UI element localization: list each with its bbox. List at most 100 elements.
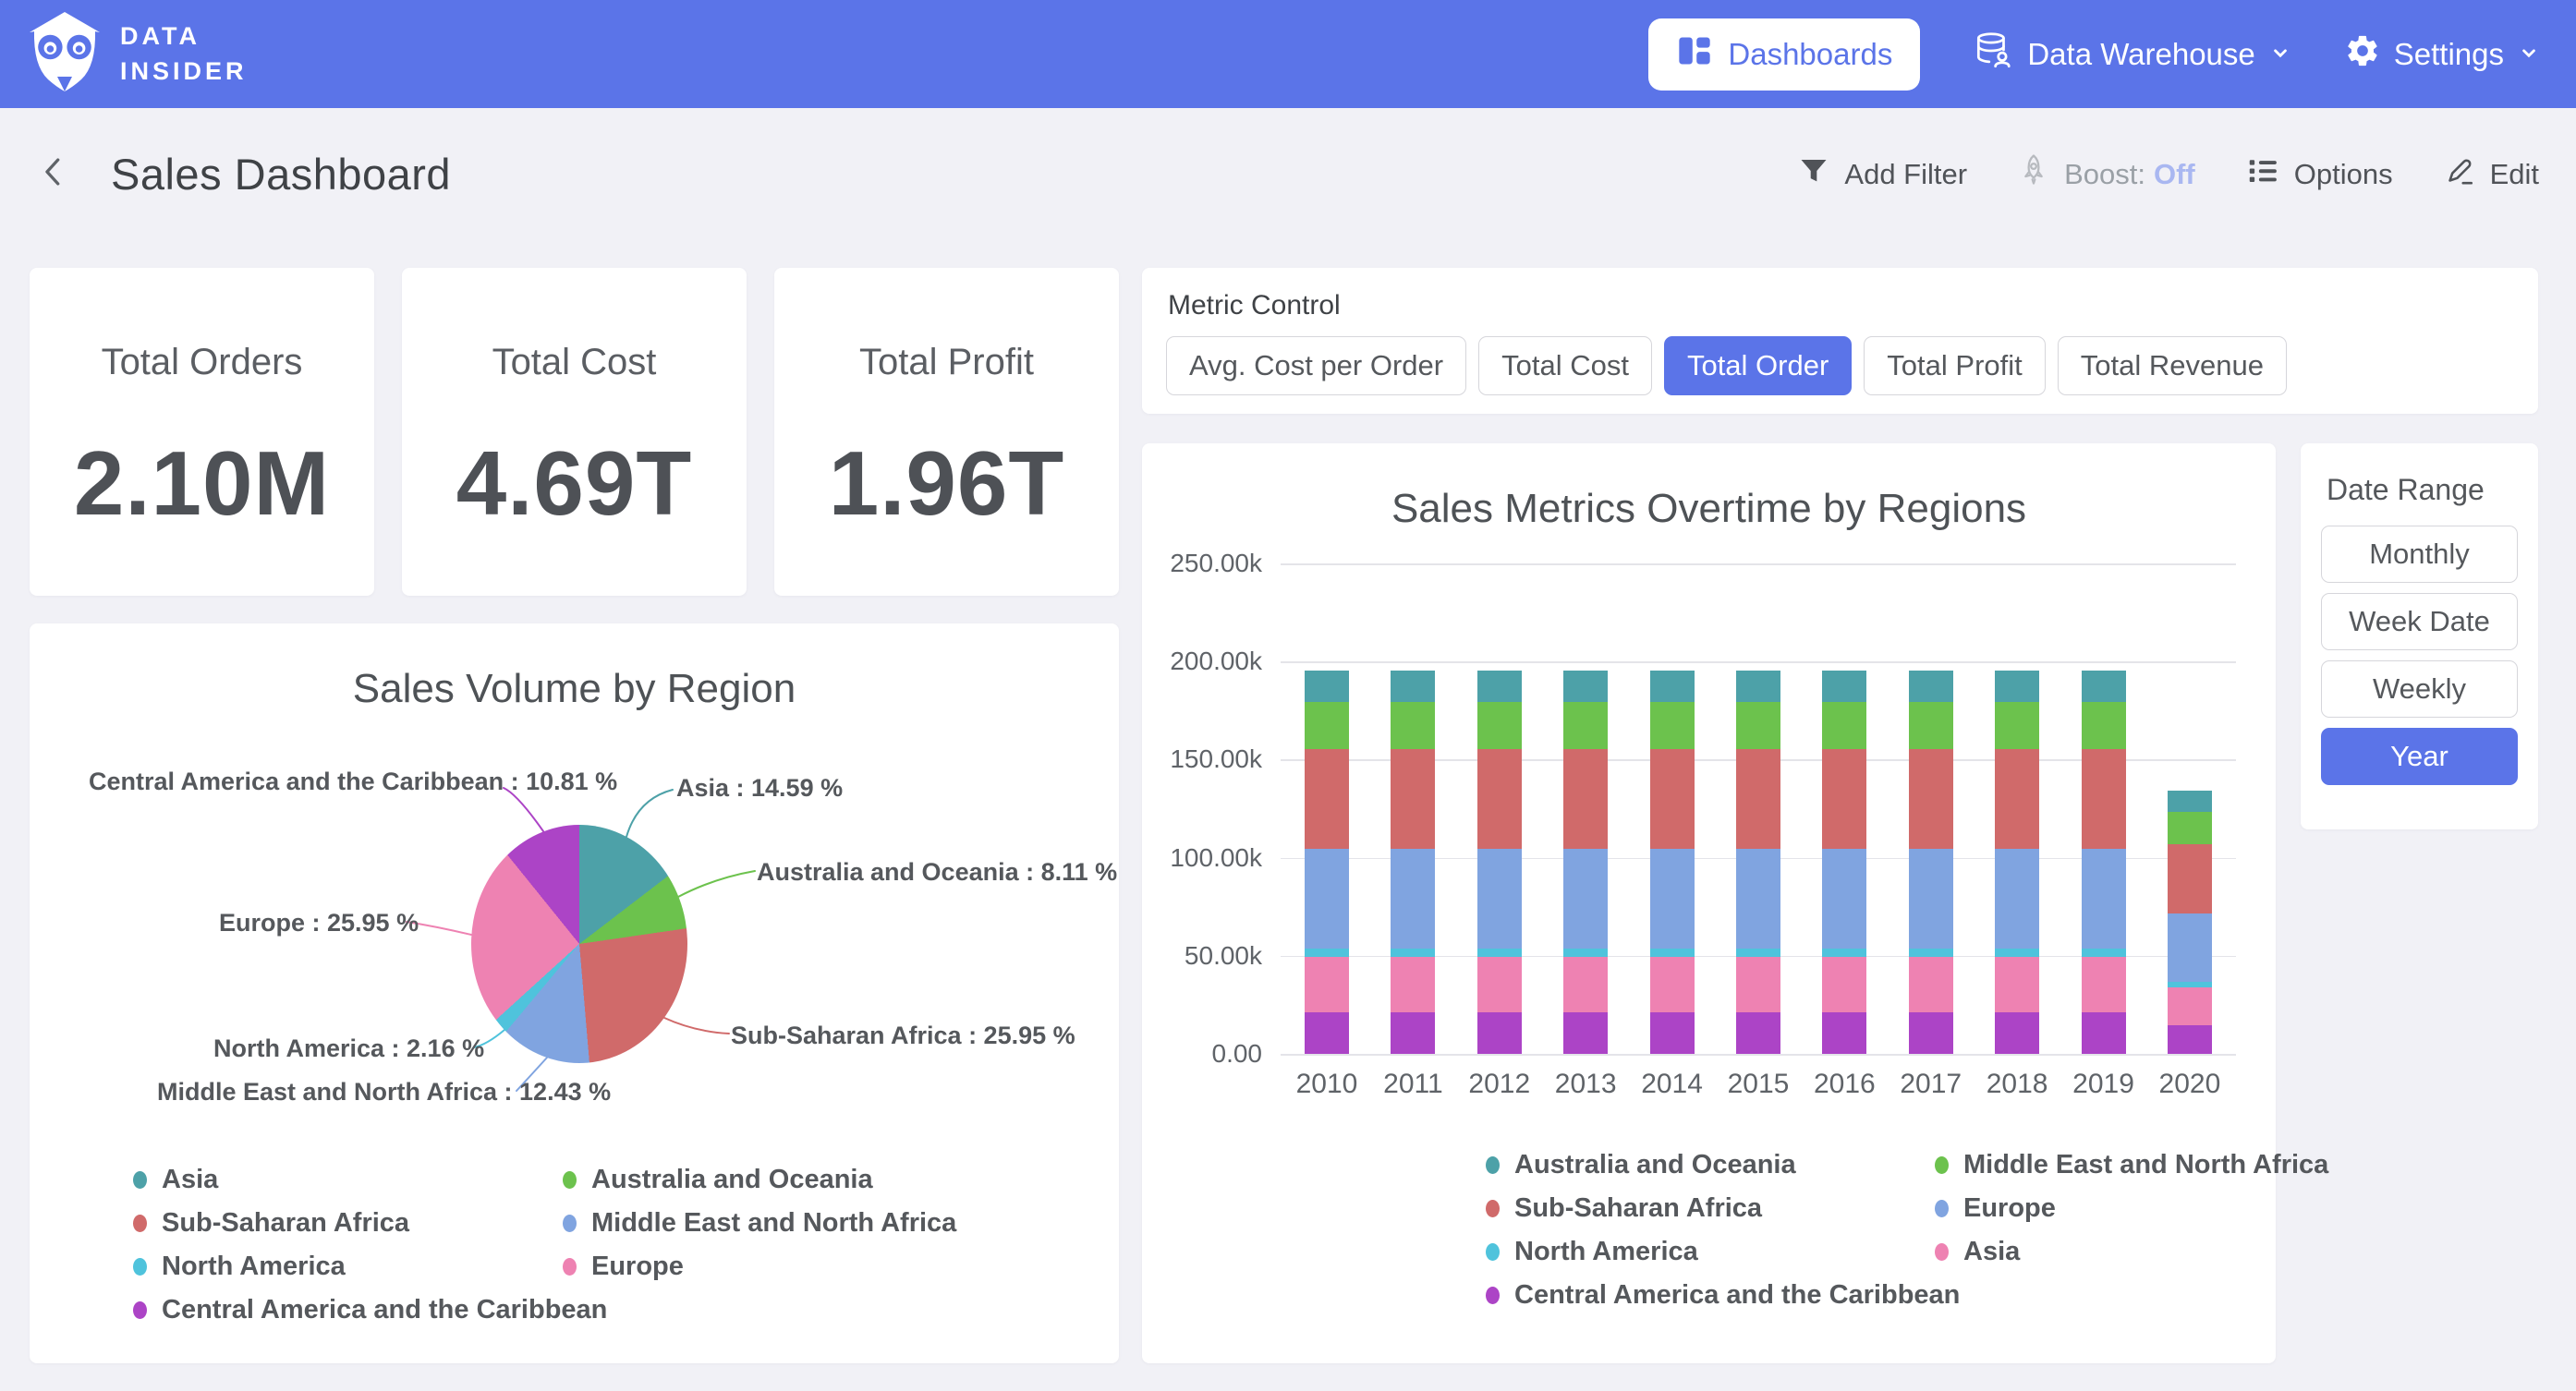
boost-toggle[interactable]: Boost: Off <box>2017 152 2195 197</box>
bar-2015[interactable] <box>1736 671 1780 1054</box>
legend-item-sub-saharan-africa[interactable]: Sub-Saharan Africa <box>133 1208 563 1239</box>
x-axis-tick: 2011 <box>1391 1069 1435 1100</box>
nav-dashboards-button[interactable]: Dashboards <box>1648 18 1920 91</box>
bar-x-axis: 2010201120122013201420152016201720182019… <box>1281 1069 2236 1100</box>
legend-item-middle-east-and-north-africa[interactable]: Middle East and North Africa <box>563 1208 1119 1239</box>
bar-segment-sub-saharan-africa <box>1822 749 1866 849</box>
date-range-option-weekly[interactable]: Weekly <box>2321 660 2518 718</box>
bar-segment-central-america-and-the-caribbean <box>1736 1012 1780 1054</box>
bar-segment-asia <box>1736 957 1780 1013</box>
header-actions: Add Filter Boost: Off <box>1797 152 2539 197</box>
bar-segment-central-america-and-the-caribbean <box>1563 1012 1608 1054</box>
legend-label: Europe <box>591 1252 684 1282</box>
x-axis-tick: 2018 <box>1995 1069 2039 1100</box>
bar-segment-sub-saharan-africa <box>1995 749 2039 849</box>
legend-item-sub-saharan-africa[interactable]: Sub-Saharan Africa <box>1486 1193 1935 1224</box>
legend-item-asia[interactable]: Asia <box>133 1165 563 1195</box>
bar-segment-europe <box>1563 849 1608 949</box>
gridline <box>1281 1054 2236 1056</box>
bar-2018[interactable] <box>1995 671 2039 1054</box>
legend-item-central-america-and-the-caribbean[interactable]: Central America and the Caribbean <box>133 1295 563 1325</box>
legend-item-asia[interactable]: Asia <box>1935 1237 2328 1267</box>
bar-2016[interactable] <box>1822 671 1866 1054</box>
legend-label: Central America and the Caribbean <box>162 1295 607 1325</box>
date-range-buttons: Monthly Week Date Weekly Year <box>2321 526 2518 785</box>
brand: DATA INSIDER <box>26 10 248 98</box>
bar-segment-australia-and-oceania <box>2082 671 2126 702</box>
pie-chart[interactable] <box>471 825 687 1063</box>
bar-2014[interactable] <box>1650 671 1695 1054</box>
edit-pencil-icon <box>2443 154 2476 195</box>
legend-item-australia-and-oceania[interactable]: Australia and Oceania <box>563 1165 1119 1195</box>
legend-label: North America <box>162 1252 346 1282</box>
bar-segment-australia-and-oceania <box>2168 791 2212 812</box>
legend-item-europe[interactable]: Europe <box>1935 1193 2328 1224</box>
legend-item-australia-and-oceania[interactable]: Australia and Oceania <box>1486 1150 1935 1180</box>
bar-2019[interactable] <box>2082 671 2126 1054</box>
bar-2011[interactable] <box>1391 671 1435 1054</box>
legend-item-north-america[interactable]: North America <box>133 1252 563 1282</box>
bar-2012[interactable] <box>1477 671 1522 1054</box>
back-button[interactable] <box>37 153 70 195</box>
options-list-icon <box>2245 153 2280 196</box>
pie-legend: AsiaAustralia and OceaniaSub-Saharan Afr… <box>133 1165 1119 1325</box>
bar-2010[interactable] <box>1305 671 1349 1054</box>
bar-2017[interactable] <box>1909 671 1953 1054</box>
bar-2013[interactable] <box>1563 671 1608 1054</box>
metric-option-total-order[interactable]: Total Order <box>1664 336 1852 395</box>
metric-option-avg-cost-per-order[interactable]: Avg. Cost per Order <box>1166 336 1466 395</box>
legend-marker <box>1935 1243 1949 1261</box>
bar-plot <box>1281 563 2236 1054</box>
bar-segment-europe <box>1391 849 1435 949</box>
bar-segment-australia-and-oceania <box>1650 671 1695 702</box>
bar-segment-central-america-and-the-caribbean <box>1391 1012 1435 1054</box>
bar-segment-central-america-and-the-caribbean <box>1822 1012 1866 1054</box>
bar-segment-asia <box>1391 957 1435 1013</box>
metric-option-total-cost[interactable]: Total Cost <box>1478 336 1652 395</box>
legend-marker <box>133 1258 147 1276</box>
legend-label: North America <box>1514 1237 1698 1267</box>
legend-item-central-america-and-the-caribbean[interactable]: Central America and the Caribbean <box>1486 1280 1935 1311</box>
x-axis-tick: 2020 <box>2168 1069 2212 1100</box>
date-range-option-week-date[interactable]: Week Date <box>2321 593 2518 650</box>
metric-option-total-revenue[interactable]: Total Revenue <box>2058 336 2287 395</box>
metric-option-total-profit[interactable]: Total Profit <box>1864 336 2045 395</box>
bar-segment-europe <box>1736 849 1780 949</box>
legend-item-europe[interactable]: Europe <box>563 1252 1119 1282</box>
y-axis-tick: 100.00k <box>1170 843 1262 873</box>
bar-segment-europe <box>1477 849 1522 949</box>
bar-segment-asia <box>1995 957 2039 1013</box>
edit-button[interactable]: Edit <box>2443 154 2539 195</box>
chevron-down-icon <box>2517 37 2541 72</box>
bar-segment-north-america <box>1822 949 1866 957</box>
owl-logo-icon <box>26 10 103 98</box>
add-filter-button[interactable]: Add Filter <box>1797 154 1967 195</box>
y-axis-tick: 150.00k <box>1170 744 1262 774</box>
bar-segment-asia <box>1305 957 1349 1013</box>
bar-segment-middle-east-and-north-africa <box>2168 812 2212 845</box>
page-header: Sales Dashboard Add Filter Boost: Off <box>0 108 2576 240</box>
legend-item-north-america[interactable]: North America <box>1486 1237 1935 1267</box>
brand-line2: INSIDER <box>120 54 248 90</box>
options-button[interactable]: Options <box>2245 153 2393 196</box>
bar-segment-australia-and-oceania <box>1995 671 2039 702</box>
bar-segment-middle-east-and-north-africa <box>1650 702 1695 750</box>
legend-marker <box>1486 1200 1500 1217</box>
bar-segment-australia-and-oceania <box>1822 671 1866 702</box>
date-range-option-monthly[interactable]: Monthly <box>2321 526 2518 583</box>
gridline <box>1281 661 2236 663</box>
bar-2020[interactable] <box>2168 791 2212 1054</box>
bar-segment-sub-saharan-africa <box>1563 749 1608 849</box>
bar-segment-australia-and-oceania <box>1305 671 1349 702</box>
nav-data-warehouse[interactable]: Data Warehouse <box>1972 30 2291 79</box>
legend-item-middle-east-and-north-africa[interactable]: Middle East and North Africa <box>1935 1150 2328 1180</box>
legend-label: Australia and Oceania <box>1514 1150 1796 1180</box>
nav-settings[interactable]: Settings <box>2344 32 2541 77</box>
kpi-label: Total Cost <box>492 342 657 383</box>
x-axis-tick: 2019 <box>2082 1069 2126 1100</box>
pie-callout-mena: Middle East and North Africa : 12.43 % <box>157 1078 611 1107</box>
pie-callout-europe: Europe : 25.95 % <box>219 909 404 937</box>
date-range-option-year[interactable]: Year <box>2321 728 2518 785</box>
bar-segment-north-america <box>1305 949 1349 957</box>
bar-segment-central-america-and-the-caribbean <box>1650 1012 1695 1054</box>
